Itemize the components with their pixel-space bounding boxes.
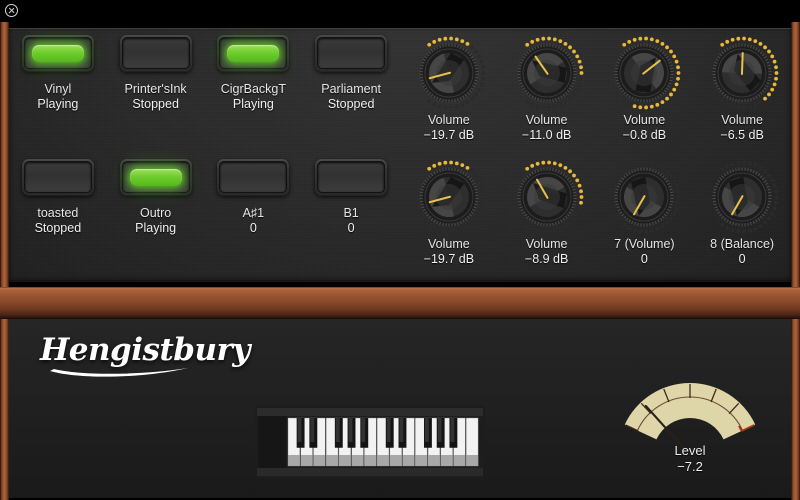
piano-keyboard[interactable]	[255, 406, 485, 478]
knob-cc7-volume[interactable]	[606, 159, 682, 235]
control-cell-outro: Outro Playing	[107, 159, 205, 267]
control-label: B1	[343, 206, 359, 220]
control-label: Vinyl	[44, 82, 72, 96]
cabinet-wood-right	[791, 22, 800, 500]
title-bar	[0, 0, 800, 22]
control-cell-parliament: Parliament Stopped	[302, 35, 400, 143]
control-value: 0	[347, 221, 355, 235]
vu-meter-label: Level	[674, 443, 706, 458]
control-cell-cc8-balance: 8 (Balance) 0	[693, 159, 791, 267]
control-value: 0	[640, 252, 648, 266]
control-label: CigrBackgT	[220, 82, 287, 96]
control-value: Playing	[37, 97, 79, 111]
control-value: Stopped	[132, 97, 179, 111]
control-value: −8.9 dB	[524, 252, 569, 266]
control-label: Volume	[721, 113, 763, 127]
led-button-face	[317, 37, 386, 69]
control-row-2: toasted Stopped Outro Playing A♯1 0 B1 0 Volume −…	[9, 159, 791, 267]
control-cell-volume-6: Volume −8.9 dB	[498, 159, 596, 267]
led-button-parliament[interactable]	[315, 35, 388, 71]
control-cell-b1: B1 0	[302, 159, 400, 267]
led-indicator	[130, 45, 182, 62]
control-cell-volume-4: Volume −6.5 dB	[693, 35, 791, 143]
control-cell-cigrbackgt: CigrBackgT Playing	[205, 35, 303, 143]
control-value: 0	[249, 221, 257, 235]
control-label: Volume	[525, 113, 568, 127]
led-button-face	[317, 161, 386, 193]
control-value: Stopped	[34, 221, 82, 235]
knob-volume-3[interactable]	[606, 35, 682, 111]
knob-cc8-balance[interactable]	[704, 159, 780, 235]
control-cell-volume-2: Volume −11.0 dB	[498, 35, 596, 143]
control-value: −19.7 dB	[423, 128, 475, 142]
led-button-b1[interactable]	[315, 159, 388, 195]
led-indicator	[325, 169, 377, 186]
control-value: Playing	[135, 221, 177, 235]
vu-meter	[624, 383, 756, 450]
knob-volume-1[interactable]	[411, 35, 487, 111]
control-cell-printersink: Printer'sInk Stopped	[107, 35, 205, 143]
control-label: A♯1	[242, 206, 265, 220]
led-indicator	[32, 169, 84, 186]
control-value: −19.7 dB	[423, 252, 475, 266]
control-cell-vinyl: Vinyl Playing	[9, 35, 107, 143]
control-label: 7 (Volume)	[614, 237, 675, 251]
led-button-cigrbackgt[interactable]	[217, 35, 290, 71]
led-indicator	[227, 44, 280, 62]
vu-meter-value: −7.2	[677, 459, 703, 474]
control-cell-volume-3: Volume −0.8 dB	[596, 35, 694, 143]
control-label: Volume	[623, 113, 666, 127]
led-indicator	[31, 44, 84, 62]
led-button-outro[interactable]	[119, 159, 192, 195]
vu-meter-readout: Level −7.2	[600, 443, 780, 475]
led-button-toasted[interactable]	[21, 159, 94, 195]
control-value: −0.8 dB	[622, 128, 667, 142]
control-label: Volume	[428, 237, 470, 251]
control-cell-volume-5: Volume −19.7 dB	[400, 159, 498, 267]
led-button-vinyl[interactable]	[21, 35, 94, 71]
control-row-1: Vinyl Playing Printer'sInk Stopped CigrBackg…	[9, 35, 791, 143]
knob-volume-5[interactable]	[411, 159, 487, 235]
control-value: −11.0 dB	[521, 128, 572, 142]
led-indicator	[129, 168, 182, 186]
led-indicator	[227, 169, 279, 186]
control-label: toasted	[37, 206, 79, 220]
control-cell-toasted: toasted Stopped	[9, 159, 107, 267]
led-button-asharp1[interactable]	[217, 159, 290, 195]
brand-logo: Hengistbury	[40, 332, 250, 368]
control-value: −6.5 dB	[720, 128, 764, 142]
control-cell-asharp1: A♯1 0	[205, 159, 303, 267]
led-button-face	[121, 37, 190, 69]
control-value: 0	[738, 252, 746, 266]
control-value: Playing	[232, 97, 274, 111]
control-label: Volume	[428, 113, 470, 127]
control-label: 8 (Balance)	[710, 237, 775, 251]
synth-plugin-window: Vinyl Playing Printer'sInk Stopped CigrBackg…	[0, 0, 800, 500]
knob-volume-2[interactable]	[509, 35, 585, 111]
led-indicator	[325, 45, 377, 62]
led-button-face	[219, 161, 288, 193]
knob-volume-4[interactable]	[704, 35, 780, 111]
led-button-face	[121, 161, 190, 193]
control-label: Parliament	[321, 82, 381, 96]
brand-logo-swash	[50, 368, 188, 377]
control-label: Outro	[139, 206, 172, 220]
control-panel: Vinyl Playing Printer'sInk Stopped CigrBackg…	[9, 28, 791, 282]
cabinet-wood-left	[0, 22, 9, 500]
knob-volume-6[interactable]	[509, 159, 585, 235]
close-icon[interactable]	[5, 4, 18, 17]
control-cell-volume-1: Volume −19.7 dB	[400, 35, 498, 143]
control-value: Stopped	[327, 97, 375, 111]
led-button-face	[23, 161, 92, 193]
cabinet-wood-divider	[0, 287, 800, 319]
control-cell-cc7-volume: 7 (Volume) 0	[596, 159, 694, 267]
led-button-face	[219, 37, 288, 69]
led-button-face	[23, 37, 92, 69]
control-label: Volume	[525, 237, 568, 251]
control-label: Printer'sInk	[124, 82, 187, 96]
led-button-printersink[interactable]	[119, 35, 192, 71]
